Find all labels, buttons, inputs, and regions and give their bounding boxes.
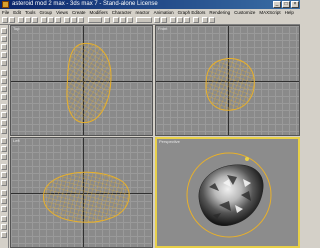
menu-graph-editors[interactable]: Graph Editors — [178, 9, 206, 16]
tool-icon-4[interactable] — [1, 52, 7, 58]
named-selection-dropdown[interactable] — [136, 17, 152, 23]
tool-icon-13[interactable] — [1, 128, 7, 134]
tool-icon-25[interactable] — [1, 232, 7, 238]
menu-reactor[interactable]: reactor — [136, 9, 150, 16]
menu-views[interactable]: Views — [56, 9, 68, 16]
link-icon[interactable] — [18, 17, 24, 23]
tool-icon-6[interactable] — [1, 70, 7, 76]
tool-icon-8[interactable] — [1, 86, 7, 92]
tool-icon-18[interactable] — [1, 172, 7, 178]
unlink-icon[interactable] — [25, 17, 31, 23]
move-icon[interactable] — [64, 17, 70, 23]
left-tool-strip — [0, 25, 9, 248]
viewport-left[interactable]: Left — [10, 137, 153, 248]
menu-group[interactable]: Group — [40, 9, 53, 16]
tool-icon-2[interactable] — [1, 36, 7, 42]
window-controls: _ □ × — [273, 1, 299, 8]
menu-modifiers[interactable]: Modifiers — [90, 9, 108, 16]
align-icon[interactable] — [161, 17, 167, 23]
tool-icon-15[interactable] — [1, 146, 7, 152]
bind-space-warp-icon[interactable] — [32, 17, 38, 23]
percent-snap-icon[interactable] — [127, 17, 133, 23]
window-title: asteroid mod 2 max - 3ds max 7 - Stand-a… — [12, 1, 158, 7]
viewport-front[interactable]: Front — [155, 25, 300, 136]
minimize-button[interactable]: _ — [273, 1, 281, 8]
menu-create[interactable]: Create — [72, 9, 86, 16]
material-editor-icon[interactable] — [193, 17, 199, 23]
reference-coordinate-dropdown[interactable] — [88, 17, 102, 23]
tool-icon-16[interactable] — [1, 154, 7, 160]
menu-customize[interactable]: Customize — [234, 9, 255, 16]
tool-icon-9[interactable] — [1, 94, 7, 100]
tool-icon-14[interactable] — [1, 138, 7, 144]
rotate-icon[interactable] — [71, 17, 77, 23]
tool-icon-24[interactable] — [1, 224, 7, 230]
asteroid-wireframe-front — [205, 57, 255, 111]
tool-icon-21[interactable] — [1, 198, 7, 204]
menu-tools[interactable]: Tools — [25, 9, 36, 16]
pivot-center-icon[interactable] — [104, 17, 110, 23]
scale-icon[interactable] — [78, 17, 84, 23]
menu-bar: File Edit Tools Group Views Create Modif… — [0, 9, 300, 16]
tool-icon-11[interactable] — [1, 112, 7, 118]
title-bar: asteroid mod 2 max - 3ds max 7 - Stand-a… — [0, 0, 300, 9]
close-button[interactable]: × — [291, 1, 299, 8]
select-object-icon[interactable] — [41, 17, 47, 23]
menu-animation[interactable]: Animation — [154, 9, 174, 16]
tool-icon-1[interactable] — [1, 28, 7, 34]
menu-rendering[interactable]: Rendering — [209, 9, 230, 16]
render-scene-icon[interactable] — [202, 17, 208, 23]
asteroid-wireframe-left — [43, 171, 130, 223]
viewport-perspective[interactable]: Perspective — [155, 137, 300, 248]
main-toolbar — [0, 16, 300, 25]
menu-edit[interactable]: Edit — [13, 9, 21, 16]
select-by-name-icon[interactable] — [48, 17, 54, 23]
angle-snap-icon[interactable] — [120, 17, 126, 23]
app-icon — [2, 1, 9, 8]
tool-icon-10[interactable] — [1, 104, 7, 110]
viewport-top[interactable]: Top — [10, 25, 153, 136]
undo-icon[interactable] — [2, 17, 8, 23]
tool-icon-5[interactable] — [1, 60, 7, 66]
tool-icon-7[interactable] — [1, 78, 7, 84]
gizmo-handle[interactable] — [245, 157, 249, 161]
asteroid-rendered-perspective — [186, 152, 272, 238]
tool-icon-20[interactable] — [1, 190, 7, 196]
maximize-button[interactable]: □ — [282, 1, 290, 8]
tool-icon-19[interactable] — [1, 180, 7, 186]
menu-character[interactable]: Character — [112, 9, 132, 16]
tool-icon-3[interactable] — [1, 44, 7, 50]
curve-editor-icon[interactable] — [177, 17, 183, 23]
tool-icon-23[interactable] — [1, 216, 7, 222]
menu-maxscript[interactable]: MAXScript — [259, 9, 280, 16]
quick-render-icon[interactable] — [209, 17, 215, 23]
asteroid-wireframe-top — [66, 42, 112, 124]
layer-manager-icon[interactable] — [170, 17, 176, 23]
snap-toggle-icon[interactable] — [113, 17, 119, 23]
tool-icon-12[interactable] — [1, 120, 7, 126]
menu-help[interactable]: Help — [285, 9, 294, 16]
menu-file[interactable]: File — [2, 9, 9, 16]
redo-icon[interactable] — [9, 17, 15, 23]
schematic-view-icon[interactable] — [184, 17, 190, 23]
tool-icon-17[interactable] — [1, 164, 7, 170]
selection-region-icon[interactable] — [55, 17, 61, 23]
mirror-icon[interactable] — [154, 17, 160, 23]
tool-icon-22[interactable] — [1, 206, 7, 212]
